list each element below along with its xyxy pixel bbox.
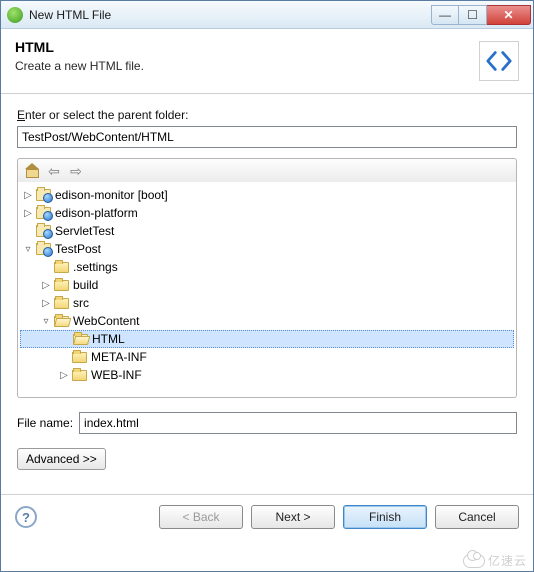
folder-icon: [71, 367, 87, 383]
tree-node[interactable]: ▷ build: [20, 276, 514, 294]
tree-node-label: edison-platform: [54, 206, 139, 220]
folder-icon: [71, 349, 87, 365]
expand-icon[interactable]: ▷: [58, 370, 70, 381]
tree-node[interactable]: ▷ edison-monitor [boot]: [20, 186, 514, 204]
maximize-button[interactable]: ☐: [459, 5, 487, 25]
tree-node[interactable]: ▷ WEB-INF: [20, 366, 514, 384]
window-controls: — ☐ ✕: [431, 5, 531, 25]
title-bar[interactable]: New HTML File — ☐ ✕: [1, 1, 533, 29]
html-file-icon: [479, 41, 519, 81]
project-icon: [35, 205, 51, 221]
cancel-button[interactable]: Cancel: [435, 505, 519, 529]
back-button: < Back: [159, 505, 243, 529]
folder-icon: [72, 331, 88, 347]
tree-node[interactable]: ▷.settings: [20, 258, 514, 276]
tree-node-label: build: [72, 278, 99, 292]
folder-icon: [53, 313, 69, 329]
banner: HTML Create a new HTML file.: [1, 29, 533, 94]
tree-node[interactable]: ▷ServletTest: [20, 222, 514, 240]
expand-icon[interactable]: ▷: [22, 190, 34, 201]
parent-folder-input[interactable]: [17, 126, 517, 148]
banner-subtitle: Create a new HTML file.: [15, 59, 479, 73]
tree-node-label: .settings: [72, 260, 119, 274]
tree-node-label: META-INF: [90, 350, 148, 364]
tree-node[interactable]: ▿ TestPost: [20, 240, 514, 258]
tree-node[interactable]: ▷ src: [20, 294, 514, 312]
tree-node-label: src: [72, 296, 90, 310]
close-button[interactable]: ✕: [487, 5, 531, 25]
folder-icon: [53, 295, 69, 311]
finish-button[interactable]: Finish: [343, 505, 427, 529]
home-icon[interactable]: [22, 162, 42, 180]
expand-icon[interactable]: ▷: [40, 280, 52, 291]
project-icon: [35, 241, 51, 257]
dialog-window: New HTML File — ☐ ✕ HTML Create a new HT…: [0, 0, 534, 572]
tree-toolbar: ⇦ ⇨: [17, 158, 517, 182]
expand-icon[interactable]: ▿: [22, 244, 34, 255]
file-name-input[interactable]: [79, 412, 517, 434]
banner-heading: HTML: [15, 39, 479, 55]
tree-node[interactable]: ▷HTML: [20, 330, 514, 348]
expand-icon[interactable]: ▷: [22, 208, 34, 219]
parent-folder-label: Enter or select the parent folder:: [17, 108, 517, 122]
advanced-button[interactable]: Advanced >>: [17, 448, 106, 470]
window-title: New HTML File: [29, 8, 431, 22]
app-icon: [7, 7, 23, 23]
watermark: 亿速云: [463, 552, 527, 569]
tree-node-label: HTML: [91, 332, 126, 346]
back-arrow-icon[interactable]: ⇦: [44, 162, 64, 180]
forward-arrow-icon[interactable]: ⇨: [66, 162, 86, 180]
help-icon[interactable]: ?: [15, 506, 37, 528]
expand-icon[interactable]: ▿: [40, 316, 52, 327]
footer: ? < Back Next > Finish Cancel: [1, 495, 533, 543]
project-icon: [35, 223, 51, 239]
tree-node-label: edison-monitor [boot]: [54, 188, 169, 202]
tree-node-label: ServletTest: [54, 224, 115, 238]
expand-icon[interactable]: ▷: [40, 298, 52, 309]
file-name-label: File name:: [17, 416, 73, 430]
tree-node[interactable]: ▷ edison-platform: [20, 204, 514, 222]
folder-icon: [53, 259, 69, 275]
tree-node[interactable]: ▿ WebContent: [20, 312, 514, 330]
project-icon: [35, 187, 51, 203]
tree-node[interactable]: ▷META-INF: [20, 348, 514, 366]
minimize-button[interactable]: —: [431, 5, 459, 25]
tree-node-label: TestPost: [54, 242, 102, 256]
tree-node-label: WebContent: [72, 314, 141, 328]
next-button[interactable]: Next >: [251, 505, 335, 529]
folder-tree[interactable]: ▷edison-monitor [boot]▷edison-platform▷S…: [17, 182, 517, 398]
tree-node-label: WEB-INF: [90, 368, 143, 382]
folder-icon: [53, 277, 69, 293]
